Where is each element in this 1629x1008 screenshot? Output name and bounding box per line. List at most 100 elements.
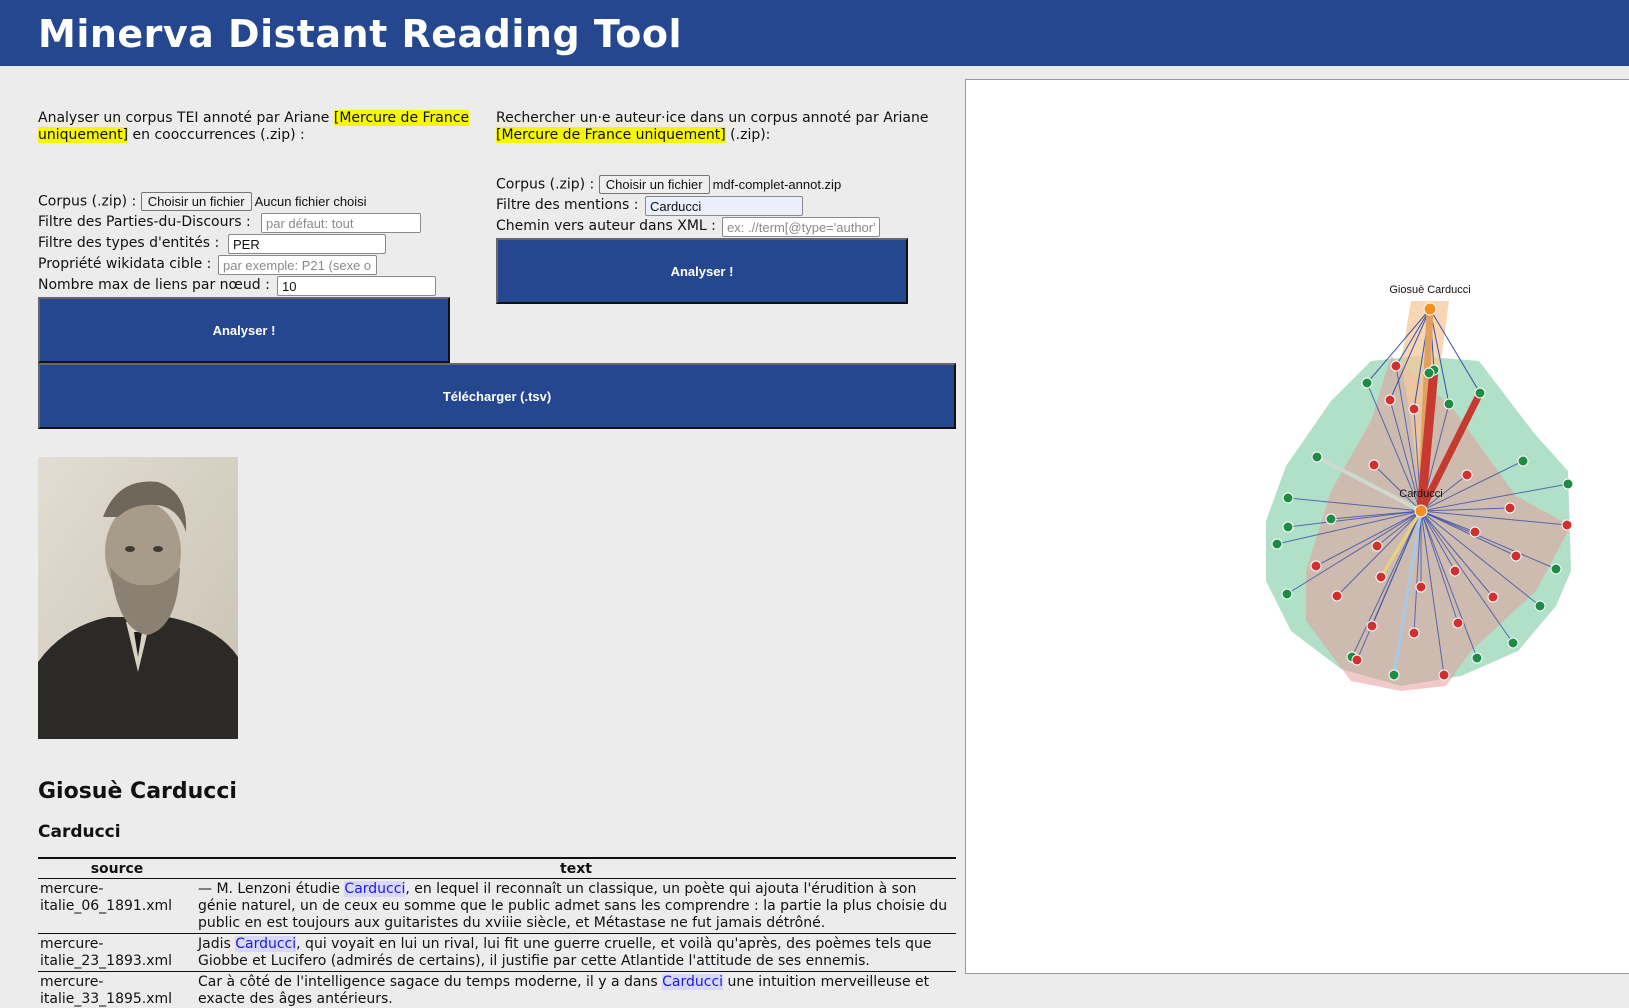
row-text: Jadis Carducci, qui voyait en lui un riv…	[196, 933, 956, 972]
graph-node	[1361, 377, 1373, 389]
right-intro-text: Rechercher un·e auteur·ice dans un corpu…	[496, 110, 929, 126]
graph-node	[1438, 669, 1450, 681]
graph-node	[1415, 581, 1427, 593]
row-text-before: Jadis	[198, 936, 236, 952]
row-text-after: , qui voyait en lui un rival, lui fit un…	[198, 936, 932, 969]
graph-node	[1371, 540, 1383, 552]
table-row: mercure-italie_23_1893.xml Jadis Carducc…	[38, 933, 956, 972]
row-text: Car à côté de l'intelligence sagace du t…	[196, 971, 956, 1008]
download-button[interactable]: Télécharger (.tsv)	[38, 363, 956, 429]
graph-node	[1443, 398, 1455, 410]
graph-node	[1461, 469, 1473, 481]
graph-node	[1390, 360, 1402, 372]
graph-node	[1388, 669, 1400, 681]
graph-node	[1368, 459, 1380, 471]
graph-node	[1423, 367, 1435, 379]
entity-filter-input[interactable]	[228, 234, 386, 254]
graph-node	[1474, 387, 1486, 399]
right-form-intro: Rechercher un·e auteur·ice dans un corpu…	[496, 110, 956, 144]
right-file-status: mdf-complet-annot.zip	[712, 177, 842, 192]
left-form-intro: Analyser un corpus TEI annoté par Ariane…	[38, 110, 478, 144]
source-column-header: source	[38, 858, 196, 879]
right-file-button[interactable]: Choisir un fichier	[598, 175, 710, 194]
row-text-before: — M. Lenzoni étudie	[198, 881, 345, 897]
pos-filter-input[interactable]	[261, 213, 421, 233]
graph-node	[1452, 617, 1464, 629]
author-name-heading: Giosuè Carducci	[38, 779, 237, 804]
graph-node	[1449, 565, 1461, 577]
mentions-input[interactable]	[645, 196, 803, 216]
maxlinks-input[interactable]	[277, 276, 436, 296]
graph-node	[1408, 627, 1420, 639]
right-intro-highlight: [Mercure de France uniquement]	[496, 127, 726, 143]
row-source: mercure-italie_06_1891.xml	[38, 878, 196, 934]
row-mention: Carducci	[235, 936, 297, 952]
left-file-button[interactable]: Choisir un fichier	[140, 192, 252, 211]
app-header: Minerva Distant Reading Tool	[0, 0, 1629, 66]
graph-node	[1510, 550, 1522, 562]
row-source: mercure-italie_33_1895.xml	[38, 971, 196, 1008]
graph-node	[1550, 563, 1562, 575]
graph-center-node	[1414, 504, 1428, 518]
graph-node	[1331, 590, 1343, 602]
graph-node	[1487, 591, 1499, 603]
graph-node	[1562, 478, 1574, 490]
network-graph[interactable]: Giosuè Carducci Carducci	[966, 80, 1629, 975]
graph-node	[1561, 519, 1573, 531]
xpath-input[interactable]	[722, 217, 880, 237]
graph-node	[1507, 637, 1519, 649]
wikidata-input[interactable]	[218, 255, 377, 275]
graph-node	[1517, 455, 1529, 467]
left-corpus-label: Corpus (.zip) :	[38, 193, 137, 210]
graph-top-node-label: Giosuè Carducci	[1389, 284, 1470, 296]
xpath-label: Chemin vers auteur dans XML :	[496, 218, 716, 234]
left-intro-text: Analyser un corpus TEI annoté par Ariane	[38, 110, 334, 126]
graph-center-node-label: Carducci	[1399, 488, 1442, 500]
row-source: mercure-italie_23_1893.xml	[38, 933, 196, 972]
portrait-image	[38, 457, 238, 739]
row-text: — M. Lenzoni étudie Carducci, en lequel …	[196, 878, 956, 934]
left-intro-after: en cooccurrences (.zip) :	[128, 127, 305, 143]
graph-node	[1281, 588, 1293, 600]
right-analyze-button[interactable]: Analyser !	[496, 238, 908, 304]
graph-node	[1311, 451, 1323, 463]
graph-node	[1351, 654, 1363, 666]
pos-filter-label: Filtre des Parties-du-Discours :	[38, 214, 251, 230]
mention-heading: Carducci	[38, 822, 121, 842]
table-row: mercure-italie_06_1891.xml — M. Lenzoni …	[38, 878, 956, 934]
network-graph-panel[interactable]: Giosuè Carducci Carducci	[965, 79, 1629, 974]
graph-node	[1282, 492, 1294, 504]
table-row: mercure-italie_33_1895.xml Car à côté de…	[38, 971, 956, 1008]
graph-node	[1366, 620, 1378, 632]
maxlinks-label: Nombre max de liens par nœud :	[38, 277, 270, 293]
graph-node	[1408, 403, 1420, 415]
row-text-before: Car à côté de l'intelligence sagace du t…	[198, 974, 663, 990]
right-intro-after: (.zip):	[725, 127, 771, 143]
graph-node	[1310, 560, 1322, 572]
wikidata-label: Propriété wikidata cible :	[38, 256, 212, 272]
results-table: source text mercure-italie_06_1891.xml —…	[38, 857, 956, 1008]
graph-node	[1504, 502, 1516, 514]
text-column-header: text	[196, 858, 956, 879]
mentions-label: Filtre des mentions :	[496, 197, 639, 213]
graph-top-node	[1423, 302, 1437, 316]
entity-filter-label: Filtre des types d'entités :	[38, 235, 220, 251]
row-mention: Carducci	[344, 881, 406, 897]
left-file-status: Aucun fichier choisi	[254, 194, 367, 209]
graph-node	[1325, 513, 1337, 525]
table-header-row: source text	[38, 858, 956, 879]
author-portrait	[38, 457, 238, 739]
graph-node	[1469, 526, 1481, 538]
graph-node	[1271, 538, 1283, 550]
row-mention: Carducci	[662, 974, 724, 990]
graph-node	[1534, 600, 1546, 612]
app-title: Minerva Distant Reading Tool	[38, 12, 682, 56]
graph-node	[1375, 571, 1387, 583]
graph-node	[1384, 394, 1396, 406]
left-corpus-row: Corpus (.zip) : Choisir un fichier Aucun …	[38, 192, 367, 211]
right-corpus-label: Corpus (.zip) :	[496, 176, 595, 193]
left-analyze-button[interactable]: Analyser !	[38, 297, 450, 363]
right-corpus-row: Corpus (.zip) : Choisir un fichier mdf-co…	[496, 175, 841, 194]
graph-node	[1471, 652, 1483, 664]
graph-node	[1282, 521, 1294, 533]
